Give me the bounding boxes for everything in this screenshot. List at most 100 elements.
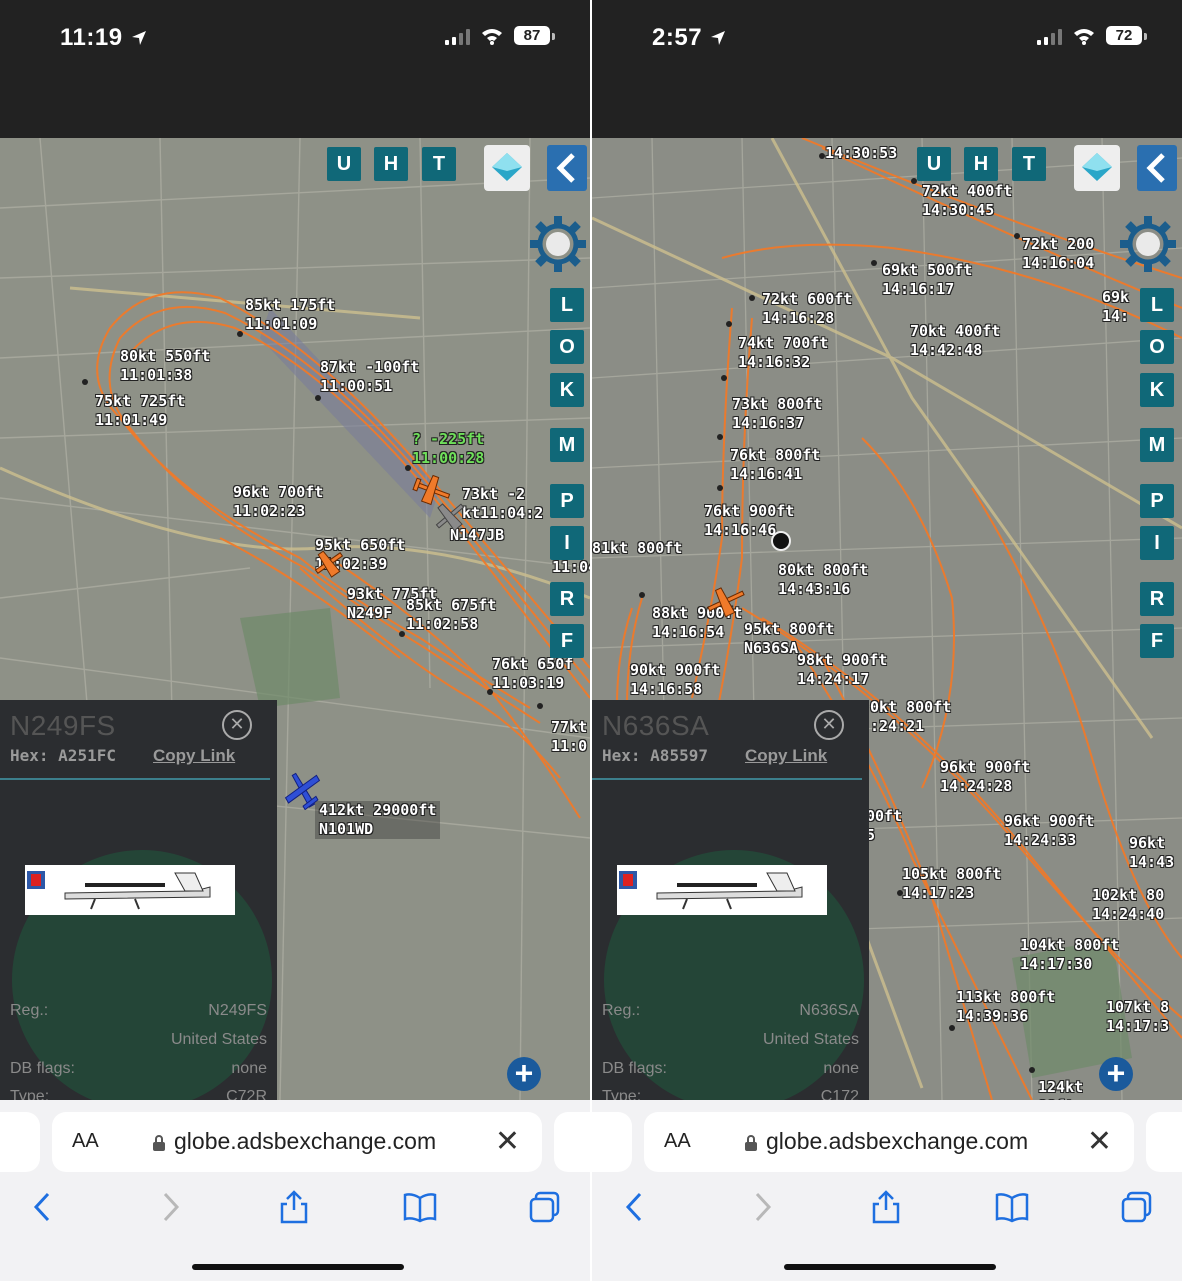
tabs-icon[interactable] (1119, 1190, 1155, 1224)
forward-arrow-icon[interactable] (747, 1190, 777, 1224)
h-button[interactable]: H (964, 147, 998, 181)
r-button[interactable]: R (550, 582, 584, 616)
m-button[interactable]: M (1140, 428, 1174, 462)
track-label: 76kt 800ft 14:16:41 (730, 446, 821, 483)
next-tab-preview[interactable] (1146, 1112, 1182, 1172)
aircraft-icon[interactable] (282, 770, 324, 810)
bookmarks-icon[interactable] (402, 1190, 438, 1224)
copy-link[interactable]: Copy Link (745, 746, 827, 766)
share-icon[interactable] (870, 1190, 902, 1224)
close-icon[interactable]: ✕ (222, 710, 252, 740)
track-label: 85kt 175ft 11:01:09 (245, 296, 336, 333)
f-button[interactable]: F (1140, 624, 1174, 658)
signal-icon (445, 27, 470, 45)
i-button[interactable]: I (1140, 526, 1174, 560)
lock-icon (153, 1135, 165, 1151)
u-button[interactable]: U (327, 147, 361, 181)
p-button[interactable]: P (550, 484, 584, 518)
phone-screen-right: 2:57 72 14:30:53 72kt 400ft 14:30:45 72k… (592, 0, 1182, 1281)
clear-url-button[interactable]: ✕ (1087, 1124, 1112, 1159)
u-button[interactable]: U (917, 147, 951, 181)
track-label: 96kt 900ft 14:24:28 (940, 758, 1031, 795)
copy-link[interactable]: Copy Link (153, 746, 235, 766)
zoom-in-button[interactable]: + (1099, 1057, 1133, 1091)
bookmarks-icon[interactable] (994, 1190, 1030, 1224)
m-button[interactable]: M (550, 428, 584, 462)
track-label: 0kt 800ft:24:21 (870, 698, 952, 735)
track-label: 107kt 8 14:17:3 (1106, 998, 1170, 1035)
o-button[interactable]: O (550, 330, 584, 364)
clear-url-button[interactable]: ✕ (495, 1124, 520, 1159)
r-button[interactable]: R (1140, 582, 1174, 616)
h-button[interactable]: H (374, 147, 408, 181)
url-text: globe.adsbexchange.com (174, 1128, 437, 1154)
collapse-button[interactable] (1137, 145, 1177, 191)
reader-options-button[interactable]: AA (664, 1130, 691, 1153)
track-label: 80kt 800ft 14:43:16 (778, 561, 869, 598)
k-button[interactable]: K (550, 373, 584, 407)
battery-icon: 87 (514, 26, 555, 45)
track-label: 72kt 600ft 14:16:28 (762, 290, 853, 327)
settings-gear-icon[interactable] (526, 212, 590, 276)
aircraft-icon[interactable] (312, 548, 346, 578)
layers-button[interactable] (484, 145, 530, 191)
wifi-icon (1074, 28, 1094, 45)
l-button[interactable]: L (550, 288, 584, 322)
collapse-button[interactable] (547, 145, 587, 191)
address-bar[interactable]: AA globe.adsbexchange.com ✕ (644, 1112, 1134, 1172)
lock-icon (745, 1135, 757, 1151)
previous-tab-preview[interactable] (592, 1112, 632, 1172)
previous-tab-preview[interactable] (0, 1112, 40, 1172)
track-label: 96kt 700ft 11:02:23 (233, 483, 324, 520)
aircraft-photo-image (27, 871, 211, 910)
location-arrow-icon (131, 31, 146, 45)
t-button[interactable]: T (1012, 147, 1046, 181)
track-label: 77kt 11:0 (551, 718, 588, 755)
track-label: 102kt 80 14:24:40 (1092, 886, 1165, 923)
share-icon[interactable] (278, 1190, 310, 1224)
track-label: 87kt -100ft 11:00:51 (320, 358, 420, 395)
back-arrow-icon[interactable] (28, 1190, 58, 1224)
track-label: 85kt 675ft 11:02:58 (406, 596, 497, 633)
forward-arrow-icon[interactable] (155, 1190, 185, 1224)
t-button[interactable]: T (422, 147, 456, 181)
location-dot-icon[interactable] (770, 530, 792, 552)
p-button[interactable]: P (1140, 484, 1174, 518)
f-button[interactable]: F (550, 624, 584, 658)
reader-options-button[interactable]: AA (72, 1130, 99, 1153)
next-tab-preview[interactable] (554, 1112, 590, 1172)
track-label: 00ft 5 (866, 807, 903, 844)
aircraft-icon[interactable] (432, 500, 468, 532)
status-bar: 2:57 72 (592, 0, 1182, 138)
track-label: 104kt 800ft 14:17:30 (1020, 936, 1120, 973)
hex-code: Hex: A251FC (10, 746, 116, 765)
track-label: 80kt 550ft 11:01:38 (120, 347, 211, 384)
o-button[interactable]: O (1140, 330, 1174, 364)
track-label: 74kt 700ft 14:16:32 (738, 334, 829, 371)
layers-icon (492, 153, 522, 181)
layers-button[interactable] (1074, 145, 1120, 191)
i-button[interactable]: I (550, 526, 584, 560)
track-label: 14:30:53 (825, 144, 898, 162)
track-label: 96kt 900ft 14:24:33 (1004, 812, 1095, 849)
track-label: 69kt 500ft 14:16:17 (882, 261, 973, 298)
k-button[interactable]: K (1140, 373, 1174, 407)
divider (592, 778, 862, 780)
address-bar[interactable]: AA globe.adsbexchange.com ✕ (52, 1112, 542, 1172)
chevron-left-icon (1146, 153, 1165, 183)
tabs-icon[interactable] (527, 1190, 563, 1224)
track-label: 72kt 200 14:16:04 (1022, 235, 1095, 272)
settings-gear-icon[interactable] (1116, 212, 1180, 276)
l-button[interactable]: L (1140, 288, 1174, 322)
selected-aircraft-icon[interactable] (704, 584, 748, 618)
battery-icon: 72 (1106, 26, 1147, 45)
back-arrow-icon[interactable] (620, 1190, 650, 1224)
divider (0, 778, 270, 780)
hex-code: Hex: A85597 (602, 746, 708, 765)
status-bar: 11:19 87 (0, 0, 590, 138)
zoom-in-button[interactable]: + (507, 1057, 541, 1091)
wifi-icon (482, 28, 502, 45)
panel-registration: N249FS (10, 710, 116, 741)
close-icon[interactable]: ✕ (814, 710, 844, 740)
signal-icon (1037, 27, 1062, 45)
